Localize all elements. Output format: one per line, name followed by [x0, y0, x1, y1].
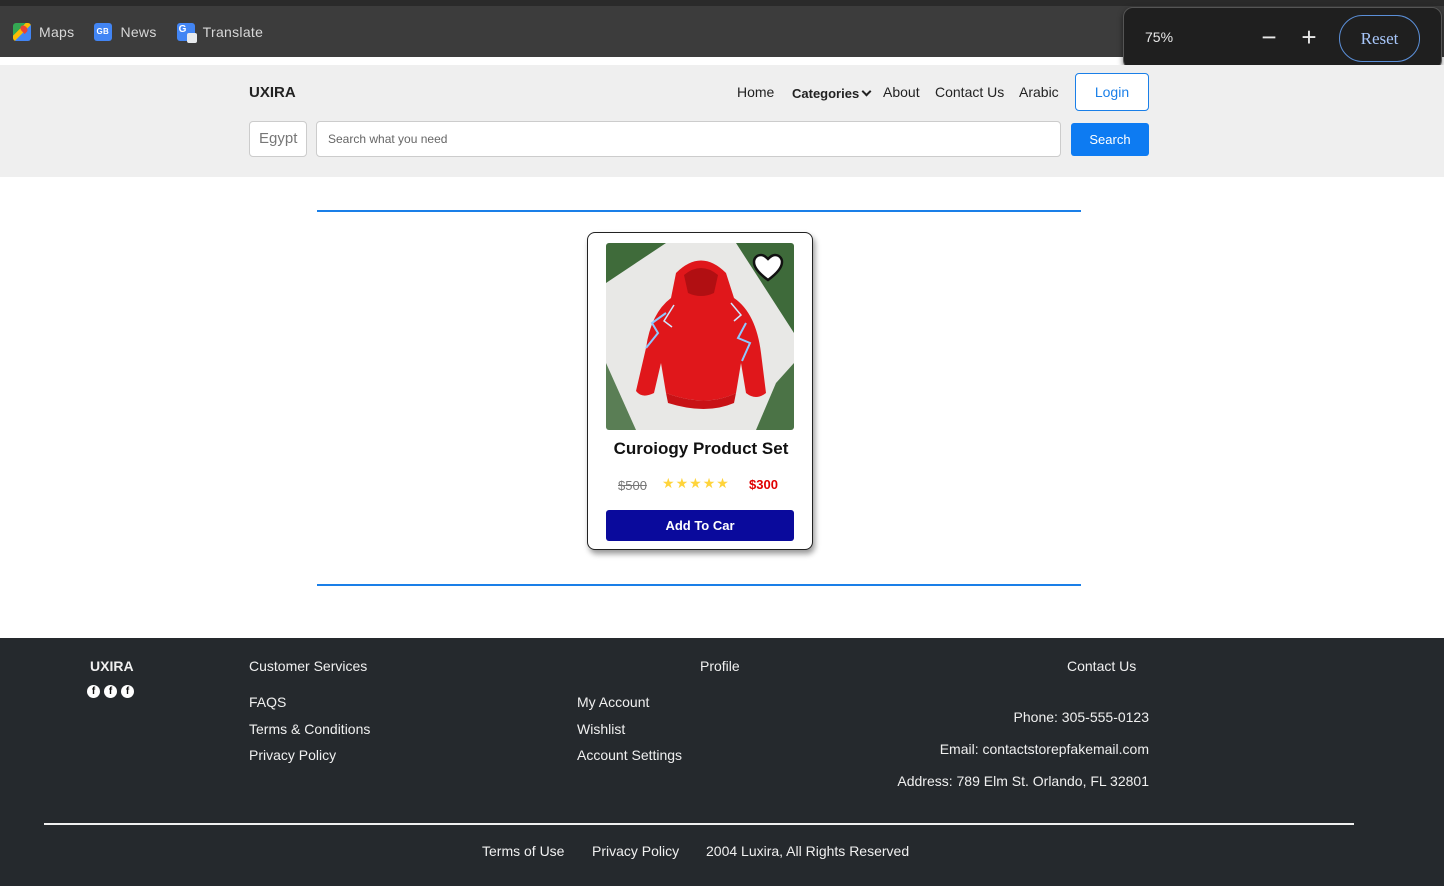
footer-copyright: 2004 Luxira, All Rights Reserved — [706, 843, 910, 859]
login-button[interactable]: Login — [1075, 73, 1149, 111]
bookmark-maps[interactable]: Maps — [13, 22, 75, 41]
bookmark-news[interactable]: News — [94, 22, 157, 41]
footer-heading-profile: Profile — [700, 658, 740, 674]
chevron-down-icon — [861, 86, 872, 97]
footer-brand: UXIRA — [90, 658, 134, 674]
maps-icon — [13, 22, 31, 41]
nav-categories-label: Categories — [792, 86, 860, 101]
country-select[interactable]: Egypt — [249, 121, 307, 157]
bookmark-label: Maps — [39, 23, 75, 40]
social-links: f f f — [87, 685, 138, 698]
footer-email: Email: contactstorepfakemail.com — [939, 741, 1149, 757]
footer-link-faqs[interactable]: FAQS — [249, 694, 286, 710]
footer-link-privacy[interactable]: Privacy Policy — [249, 747, 336, 763]
star-icon: ★ — [689, 475, 702, 491]
product-name[interactable]: Curoiogy Product Set — [588, 439, 814, 459]
heart-icon[interactable] — [752, 253, 784, 283]
site-header: UXIRA Home Categories About Contact Us A… — [0, 65, 1444, 177]
star-icon: ★ — [662, 475, 675, 491]
bookmark-translate[interactable]: Translate — [176, 22, 264, 43]
star-icon: ★ — [675, 475, 689, 491]
zoom-level: 75% — [1145, 29, 1174, 45]
facebook-icon[interactable]: f — [87, 685, 100, 698]
site-footer: UXIRA f f f Customer Services FAQS Terms… — [0, 638, 1444, 886]
rating-stars: ★ ★ ★ ★ ★ — [662, 476, 730, 490]
zoom-popup: 75% − + Reset — [1123, 7, 1442, 70]
product-card[interactable]: Curoiogy Product Set $500 ★ ★ ★ ★ ★ $300… — [587, 232, 813, 550]
add-to-cart-button[interactable]: Add To Car — [606, 510, 794, 541]
brand-logo[interactable]: UXIRA — [249, 84, 296, 101]
footer-phone: Phone: 305-555-0123 — [1013, 709, 1149, 725]
news-icon — [94, 22, 113, 41]
nav-contact[interactable]: Contact Us — [935, 84, 1004, 104]
footer-heading-customer-services: Customer Services — [249, 658, 368, 674]
search-input[interactable] — [316, 121, 1061, 157]
nav-about[interactable]: About — [883, 84, 920, 104]
zoom-in-button[interactable]: + — [1295, 24, 1323, 52]
footer-link-my-account[interactable]: My Account — [577, 694, 649, 710]
bookmark-label: News — [120, 23, 157, 40]
zoom-reset-button[interactable]: Reset — [1339, 15, 1420, 62]
facebook-icon[interactable]: f — [121, 685, 134, 698]
nav-language[interactable]: Arabic — [1019, 84, 1059, 104]
footer-divider — [44, 823, 1354, 825]
zoom-out-button[interactable]: − — [1255, 24, 1283, 52]
section-divider-top — [317, 210, 1081, 212]
footer-link-terms[interactable]: Terms & Conditions — [249, 721, 370, 737]
footer-address: Address: 789 Elm St. Orlando, FL 32801 — [897, 773, 1149, 789]
section-divider-bottom — [317, 584, 1081, 586]
star-icon: ★ — [716, 475, 729, 491]
facebook-icon[interactable]: f — [104, 685, 117, 698]
footer-link-account-settings[interactable]: Account Settings — [577, 747, 682, 763]
footer-terms-of-use[interactable]: Terms of Use — [482, 843, 564, 859]
bookmark-label: Translate — [202, 23, 264, 40]
star-icon: ★ — [702, 475, 716, 491]
footer-privacy-policy[interactable]: Privacy Policy — [592, 843, 679, 859]
sale-price: $300 — [749, 477, 778, 492]
footer-heading-contact: Contact Us — [1067, 658, 1137, 674]
footer-link-wishlist[interactable]: Wishlist — [577, 721, 625, 737]
translate-icon — [176, 22, 197, 43]
old-price: $500 — [618, 478, 647, 493]
search-button[interactable]: Search — [1071, 123, 1149, 156]
nav-categories[interactable]: Categories — [792, 86, 872, 106]
nav-home[interactable]: Home — [737, 84, 774, 104]
